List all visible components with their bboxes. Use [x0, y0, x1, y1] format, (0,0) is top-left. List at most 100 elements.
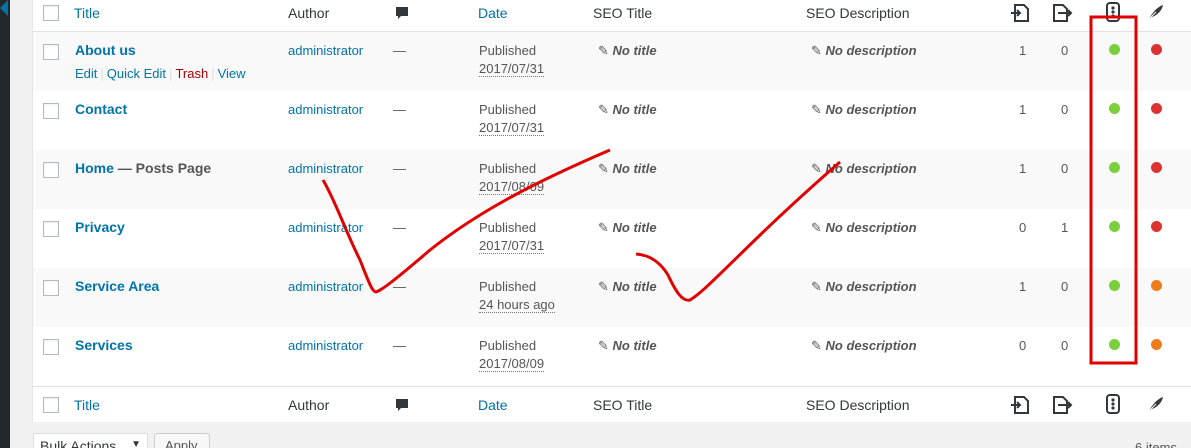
internal-links-outgoing-icon[interactable] — [1009, 394, 1031, 419]
incoming-links-count: 1 — [1061, 220, 1069, 235]
comments-count: — — [393, 279, 406, 294]
edit-pencil-icon: ✎ — [598, 338, 613, 353]
incoming-links-count: 0 — [1061, 338, 1069, 353]
trash-link[interactable]: Trash — [175, 66, 208, 81]
comment-bubble-icon — [395, 398, 409, 416]
author-link[interactable]: administrator — [288, 279, 363, 294]
readability-score-dot — [1151, 162, 1162, 173]
incoming-links-count: 0 — [1061, 43, 1069, 58]
post-status: Published — [479, 220, 537, 235]
edit-pencil-icon: ✎ — [811, 102, 826, 117]
seo-title-value: ✎ No title — [598, 338, 657, 353]
seo-description-value: ✎ No description — [811, 161, 917, 176]
post-date: 2017/07/31 — [479, 61, 545, 77]
edit-pencil-icon: ✎ — [811, 220, 826, 235]
seo-description-value: ✎ No description — [811, 220, 917, 235]
comment-bubble-icon — [395, 6, 409, 24]
post-title-link[interactable]: About us — [75, 42, 136, 58]
row-checkbox[interactable] — [43, 221, 59, 237]
post-date: 24 hours ago — [479, 297, 555, 313]
author-link[interactable]: administrator — [288, 43, 363, 58]
bulk-actions-select[interactable]: Bulk Actions ▼ — [33, 433, 148, 448]
column-author: Author — [288, 5, 330, 21]
seo-description-value: ✎ No description — [811, 43, 917, 58]
comments-count: — — [393, 102, 406, 117]
readability-score-dot — [1151, 44, 1162, 55]
author-link[interactable]: administrator — [288, 161, 363, 176]
table-row: Services administrator — Published 2017/… — [33, 327, 1191, 386]
table-footer: Title Author Date SEO Title SEO Descript… — [33, 386, 1191, 422]
apply-button[interactable]: Apply — [154, 433, 210, 448]
table-row: Contact administrator — Published 2017/0… — [33, 91, 1191, 150]
column-date-sort-footer[interactable]: Date — [478, 397, 508, 413]
internal-links-outgoing-icon[interactable] — [1009, 2, 1031, 27]
quick-edit-link[interactable]: Quick Edit — [107, 66, 166, 81]
seo-score-icon[interactable] — [1106, 394, 1120, 417]
readability-quill-icon[interactable] — [1147, 3, 1165, 24]
table-row: Service Area administrator — Published 2… — [33, 268, 1191, 327]
column-date-sort[interactable]: Date — [478, 5, 508, 21]
post-title-link[interactable]: Contact — [75, 101, 127, 117]
seo-description-value: ✎ No description — [811, 102, 917, 117]
column-title-sort[interactable]: Title — [74, 5, 100, 21]
seo-score-dot — [1109, 162, 1120, 173]
post-status: Published — [479, 279, 537, 294]
items-count: 6 items — [1135, 440, 1177, 448]
seo-score-dot — [1109, 103, 1120, 114]
author-link[interactable]: administrator — [288, 220, 363, 235]
post-status: Published — [479, 43, 537, 58]
row-checkbox[interactable] — [43, 280, 59, 296]
edit-pencil-icon: ✎ — [598, 279, 613, 294]
seo-description-value: ✎ No description — [811, 279, 917, 294]
sidebar-current-arrow — [0, 0, 8, 16]
edit-pencil-icon: ✎ — [598, 161, 613, 176]
edit-pencil-icon: ✎ — [811, 279, 826, 294]
seo-score-icon[interactable] — [1106, 2, 1120, 25]
edit-pencil-icon: ✎ — [811, 161, 826, 176]
bulk-actions-label: Bulk Actions — [40, 438, 117, 448]
row-checkbox[interactable] — [43, 339, 59, 355]
comments-count: — — [393, 338, 406, 353]
post-status: Published — [479, 338, 537, 353]
comments-count: — — [393, 220, 406, 235]
post-date: 2017/08/09 — [479, 179, 545, 195]
post-date: 2017/08/09 — [479, 356, 545, 372]
view-link[interactable]: View — [218, 66, 246, 81]
post-status: Published — [479, 161, 537, 176]
column-seo-description-footer: SEO Description — [806, 397, 910, 413]
seo-title-value: ✎ No title — [598, 43, 657, 58]
internal-links-incoming-icon[interactable] — [1051, 2, 1073, 27]
post-date: 2017/07/31 — [479, 238, 545, 254]
row-checkbox[interactable] — [43, 162, 59, 178]
post-status: Published — [479, 102, 537, 117]
select-all-checkbox-footer[interactable] — [43, 397, 59, 413]
internal-links-incoming-icon[interactable] — [1051, 394, 1073, 419]
readability-quill-icon[interactable] — [1147, 395, 1165, 416]
author-link[interactable]: administrator — [288, 102, 363, 117]
select-all-checkbox[interactable] — [43, 5, 59, 21]
admin-sidebar-edge — [0, 0, 10, 448]
comments-count: — — [393, 161, 406, 176]
seo-title-value: ✎ No title — [598, 102, 657, 117]
author-link[interactable]: administrator — [288, 338, 363, 353]
post-title-link[interactable]: Privacy — [75, 219, 125, 235]
edit-link[interactable]: Edit — [75, 66, 97, 81]
column-author-footer: Author — [288, 397, 330, 413]
post-date: 2017/07/31 — [479, 120, 545, 136]
chevron-down-icon: ▼ — [131, 439, 141, 448]
readability-score-dot — [1151, 339, 1162, 350]
seo-score-dot — [1109, 280, 1120, 291]
seo-title-value: ✎ No title — [598, 220, 657, 235]
post-title-link[interactable]: Home — Posts Page — [75, 160, 211, 176]
post-title-link[interactable]: Services — [75, 337, 133, 353]
incoming-links-count: 0 — [1061, 161, 1069, 176]
row-checkbox[interactable] — [43, 103, 59, 119]
edit-pencil-icon: ✎ — [598, 43, 613, 58]
readability-score-dot — [1151, 280, 1162, 291]
edit-pencil-icon: ✎ — [811, 43, 826, 58]
column-title-sort-footer[interactable]: Title — [74, 397, 100, 413]
row-checkbox[interactable] — [43, 44, 59, 60]
outgoing-links-count: 1 — [1019, 102, 1027, 117]
post-title-link[interactable]: Service Area — [75, 278, 159, 294]
seo-description-value: ✎ No description — [811, 338, 917, 353]
